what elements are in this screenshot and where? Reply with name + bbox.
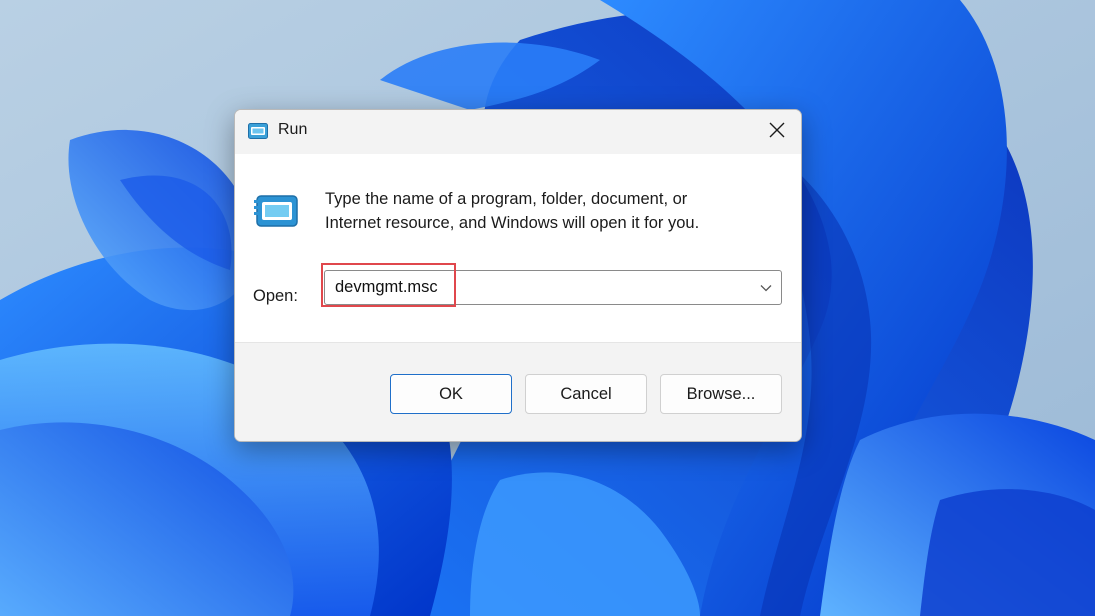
close-button[interactable]	[759, 114, 795, 150]
cancel-button[interactable]: Cancel	[525, 374, 647, 414]
dialog-body: Type the name of a program, folder, docu…	[235, 154, 801, 342]
dropdown-button[interactable]	[751, 271, 781, 304]
run-icon	[248, 123, 268, 139]
open-label: Open:	[253, 287, 298, 305]
open-combobox[interactable]	[324, 270, 782, 305]
dialog-footer: OK Cancel Browse...	[235, 342, 801, 441]
open-input[interactable]	[325, 271, 745, 304]
description-line-1: Type the name of a program, folder, docu…	[325, 190, 688, 208]
browse-button[interactable]: Browse...	[660, 374, 782, 414]
run-dialog: Run Type the name of a program, folder, …	[234, 109, 802, 442]
dialog-title: Run	[278, 121, 308, 138]
dialog-description: Type the name of a program, folder, docu…	[325, 187, 775, 235]
chevron-down-icon	[760, 279, 772, 297]
desktop: Run Type the name of a program, folder, …	[0, 0, 1095, 616]
title-bar[interactable]: Run	[235, 110, 801, 154]
description-line-2: Internet resource, and Windows will open…	[325, 214, 700, 232]
program-window-icon	[254, 194, 300, 228]
close-icon	[769, 122, 785, 143]
ok-button[interactable]: OK	[390, 374, 512, 414]
